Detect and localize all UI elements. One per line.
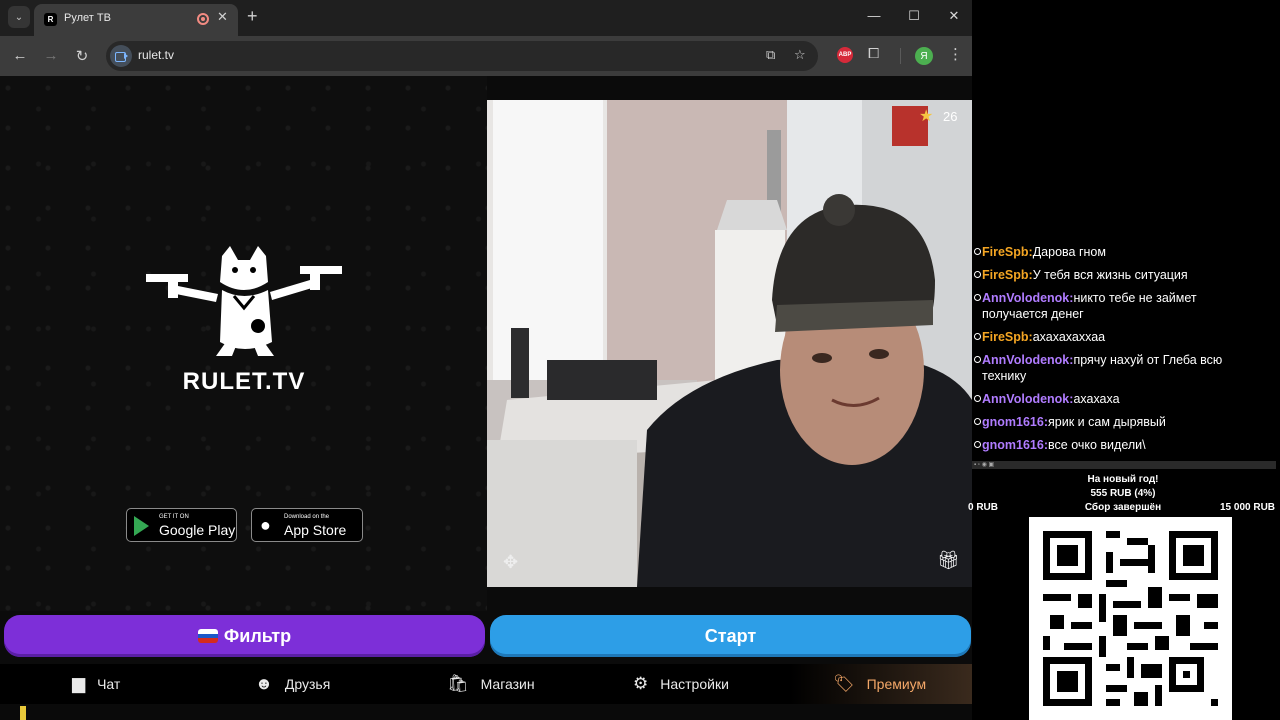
bottom-nav: ▆ Чат ☻ Друзья 🛍︎ Магазин ⚙ Настройки 🏷︎ bbox=[0, 664, 972, 704]
chat-nick: AnnVolodenok bbox=[982, 353, 1070, 367]
chevron-down-icon: ⌄ bbox=[14, 11, 24, 23]
page-bottom-strip bbox=[0, 704, 972, 720]
filter-button-label: Фильтр bbox=[223, 625, 292, 646]
shopping-bag-icon: 🛍︎ bbox=[447, 674, 469, 693]
taskbar-marker bbox=[20, 706, 26, 720]
nav-shop-label: Магазин bbox=[480, 676, 535, 692]
chat-text: ахахахаххаа bbox=[1032, 330, 1106, 344]
start-button-label: Старт bbox=[704, 625, 757, 646]
back-button[interactable]: ← bbox=[10, 47, 30, 64]
browser-toolbar: ← → ↻ rulet.tv ⧉ ☆ ABP ⧠ Я ⋮ bbox=[0, 36, 972, 76]
close-window-button[interactable]: ✕ bbox=[944, 8, 964, 24]
donation-goal-title: На новый год! bbox=[1087, 474, 1159, 485]
tab-title: Рулет ТВ bbox=[64, 12, 111, 24]
bookmark-star-icon[interactable]: ☆ bbox=[794, 47, 806, 63]
nav-premium[interactable]: 🏷︎ Премиум bbox=[833, 674, 926, 694]
tab-rulet[interactable]: R Рулет ТВ ✕ bbox=[34, 4, 238, 36]
app-store-big-text: App Store bbox=[284, 522, 347, 538]
screen: ⌄ R Рулет ТВ ✕ + — ☐ ✕ ← → ↻ rulet.tv ⧉ … bbox=[0, 0, 1280, 720]
chat-text: ахахаха bbox=[1073, 392, 1120, 406]
profile-avatar[interactable]: Я bbox=[915, 47, 933, 65]
gamepad-icon[interactable]: ✥ bbox=[503, 552, 518, 573]
google-play-big-text: Google Play bbox=[159, 522, 236, 538]
nav-shop[interactable]: 🛍︎ Магазин bbox=[447, 674, 535, 694]
nav-friends-label: Друзья bbox=[284, 676, 331, 692]
browser-menu-icon[interactable]: ⋮ bbox=[948, 45, 963, 63]
rulet-favicon-icon: R bbox=[44, 13, 57, 26]
chat-text: У тебя вся жизнь ситуация bbox=[1032, 268, 1188, 282]
chat-text: ярик и сам дырявый bbox=[1048, 415, 1166, 429]
extensions-puzzle-icon[interactable]: ⧠ bbox=[868, 45, 879, 62]
chat-toolbar: ▪ ▫ ◉ ▣ bbox=[972, 461, 1276, 469]
remote-video-frame bbox=[487, 100, 972, 587]
chat-message: gnom1616:ярик и сам дырявый bbox=[972, 414, 1262, 430]
price-tag-icon: 🏷︎ bbox=[833, 674, 855, 693]
nav-premium-label: Премиум bbox=[866, 676, 927, 692]
russia-flag-icon bbox=[197, 629, 218, 643]
nav-settings-label: Настройки bbox=[660, 676, 729, 692]
stars-count: 26 bbox=[943, 109, 958, 124]
google-play-icon bbox=[134, 516, 149, 536]
google-play-small-text: GET IT ON bbox=[159, 514, 189, 520]
chat-message: gnom1616:все очко видели\ bbox=[972, 437, 1262, 453]
chat-message: FireSpb:Дарова гном bbox=[972, 244, 1262, 260]
donation-amount: 555 RUB (4%) bbox=[1090, 488, 1156, 499]
qr-code-icon bbox=[1029, 517, 1232, 720]
donation-qr-code bbox=[1029, 517, 1232, 720]
tab-search-button[interactable]: ⌄ bbox=[8, 6, 30, 28]
maximize-button[interactable]: ☐ bbox=[904, 8, 924, 24]
chat-nick: AnnVolodenok bbox=[982, 291, 1070, 305]
star-icon: ★ bbox=[919, 108, 934, 125]
chat-message: FireSpb:У тебя вся жизнь ситуация bbox=[972, 267, 1262, 283]
stream-overlay: FireSpb:Дарова гном FireSpb:У тебя вся жи… bbox=[968, 0, 1280, 720]
recording-icon bbox=[197, 13, 209, 25]
nav-chat-label: Чат bbox=[97, 676, 121, 692]
chat-message: AnnVolodenok:никто тебе не займет получа… bbox=[972, 290, 1262, 322]
chat-bubble-icon: ▆ bbox=[72, 674, 86, 693]
tab-strip: ⌄ R Рулет ТВ ✕ + — ☐ ✕ bbox=[0, 0, 972, 36]
camera-site-icon[interactable] bbox=[110, 45, 132, 67]
chat-nick: FireSpb bbox=[982, 245, 1029, 259]
chat-message: AnnVolodenok:прячу нахуй от Глеба всю те… bbox=[972, 352, 1262, 384]
chat-text: Дарова гном bbox=[1032, 245, 1106, 259]
chat-nick: AnnVolodenok bbox=[982, 392, 1070, 406]
stream-chat: FireSpb:Дарова гном FireSpb:У тебя вся жи… bbox=[972, 244, 1280, 460]
chat-message: FireSpb:ахахахаххаа bbox=[972, 329, 1262, 345]
nav-friends[interactable]: ☻ Друзья bbox=[255, 674, 330, 694]
tab-close-button[interactable]: ✕ bbox=[217, 9, 228, 25]
minimize-button[interactable]: — bbox=[864, 8, 884, 23]
rulet-page: RULET.TV GET IT ON Google Play ● Downloa… bbox=[0, 76, 972, 720]
chat-nick: gnom1616 bbox=[982, 415, 1044, 429]
brand-wordmark: RULET.TV bbox=[182, 368, 306, 395]
filter-button[interactable]: Фильтр bbox=[4, 615, 485, 657]
toolbar-divider bbox=[900, 48, 901, 64]
new-tab-button[interactable]: + bbox=[247, 6, 258, 26]
reload-button[interactable]: ↻ bbox=[72, 47, 92, 65]
chat-nick: FireSpb bbox=[982, 330, 1029, 344]
self-camera-pane: RULET.TV GET IT ON Google Play ● Downloa… bbox=[0, 76, 487, 611]
chat-nick: gnom1616 bbox=[982, 438, 1044, 452]
app-store-small-text: Download on the bbox=[284, 514, 330, 520]
apple-icon: ● bbox=[260, 515, 271, 535]
start-button[interactable]: Старт bbox=[490, 615, 971, 657]
chat-text: все очко видели\ bbox=[1048, 438, 1146, 452]
remote-video[interactable]: ★ 26 ✥ 🎁︎ bbox=[487, 100, 972, 587]
donation-max: 15 000 RUB bbox=[1220, 502, 1276, 513]
app-store-button[interactable]: ● Download on the App Store bbox=[251, 508, 363, 542]
chat-toolbar-icons: ▪ ▫ ◉ ▣ bbox=[974, 462, 995, 468]
chat-nick: FireSpb bbox=[982, 268, 1029, 282]
gift-icon[interactable]: 🎁︎ bbox=[937, 550, 960, 571]
nav-chat[interactable]: ▆ Чат bbox=[72, 674, 120, 694]
chat-message: AnnVolodenok:ахахаха bbox=[972, 391, 1262, 407]
google-play-button[interactable]: GET IT ON Google Play bbox=[126, 508, 237, 542]
adblock-extension-icon[interactable]: ABP bbox=[837, 47, 853, 63]
address-bar[interactable]: rulet.tv ⧉ ☆ bbox=[106, 41, 818, 71]
url-text[interactable]: rulet.tv bbox=[138, 48, 174, 62]
nav-settings[interactable]: ⚙ Настройки bbox=[633, 674, 729, 694]
forward-button[interactable]: → bbox=[41, 47, 61, 64]
friends-face-icon: ☻ bbox=[255, 674, 273, 693]
install-app-icon[interactable]: ⧉ bbox=[766, 47, 775, 63]
gear-icon: ⚙ bbox=[633, 674, 649, 693]
browser-window: ⌄ R Рулет ТВ ✕ + — ☐ ✕ ← → ↻ rulet.tv ⧉ … bbox=[0, 0, 972, 720]
